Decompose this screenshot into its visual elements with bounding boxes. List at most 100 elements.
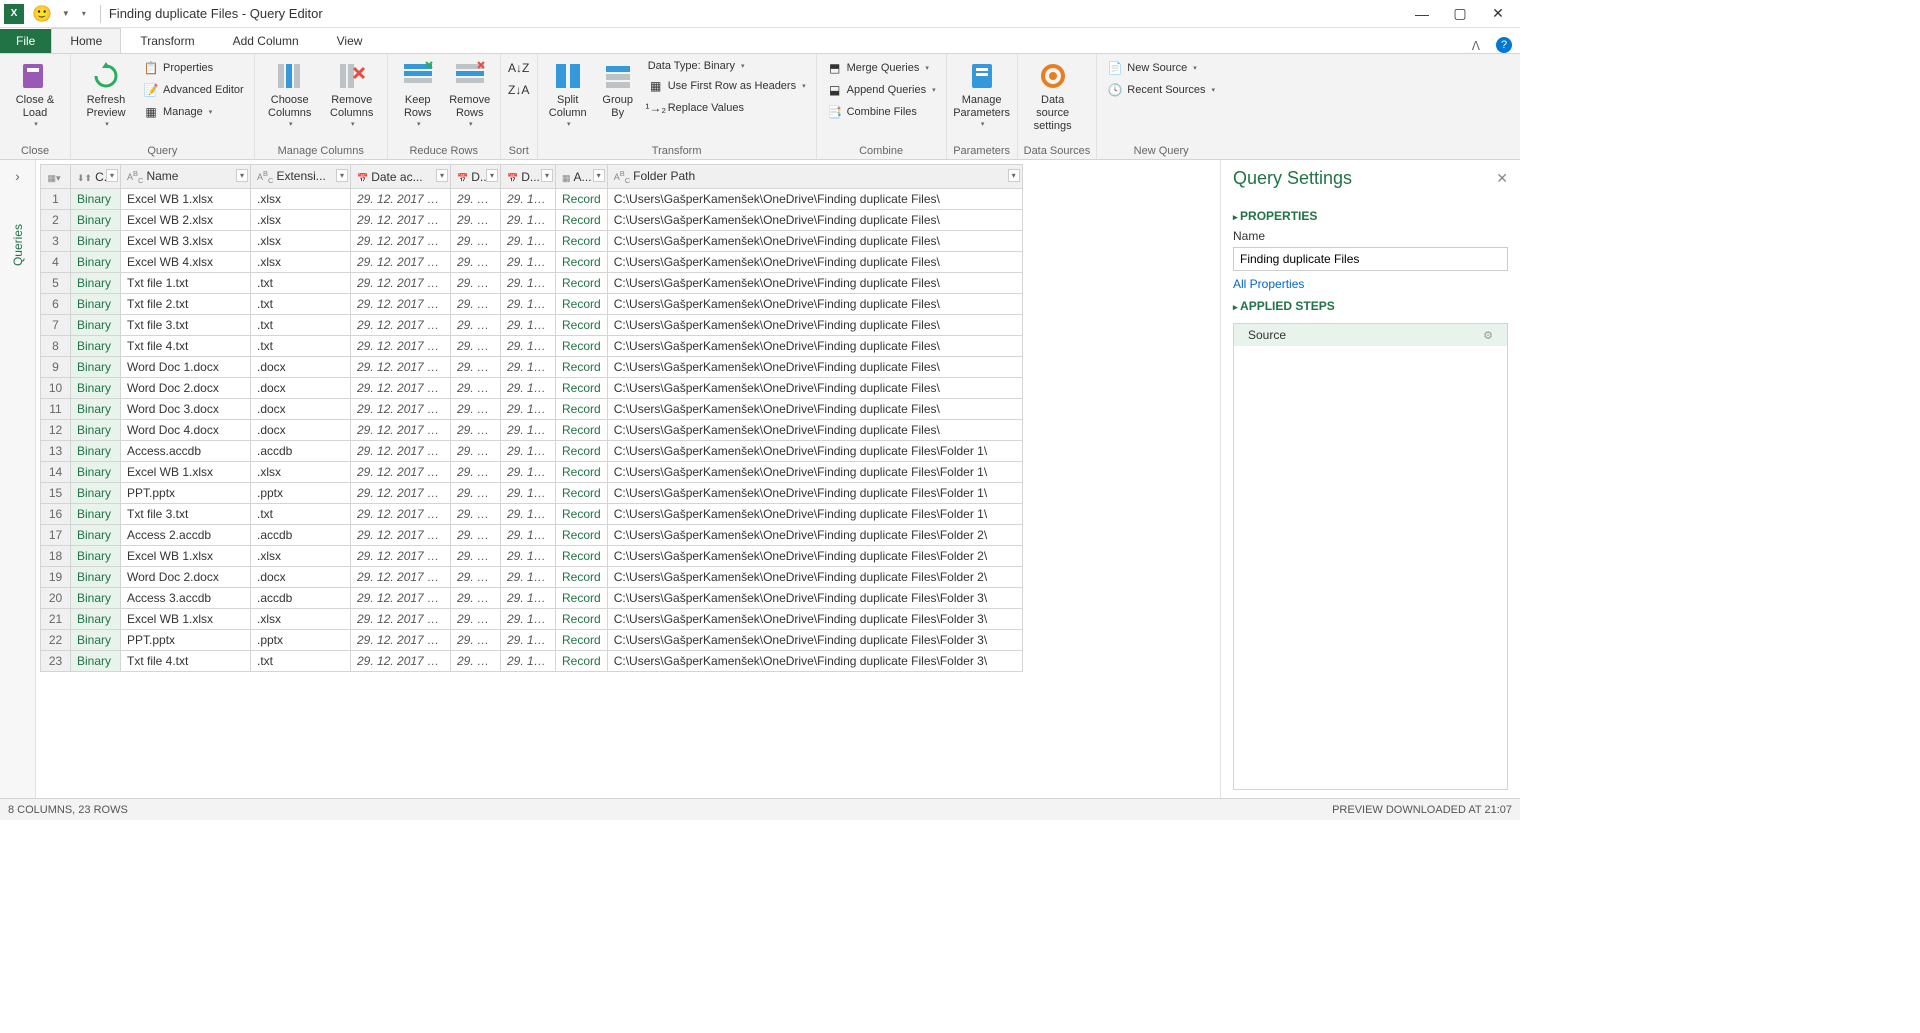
cell-name[interactable]: Txt file 3.txt	[121, 504, 251, 525]
remove-columns-button[interactable]: Remove Columns▾	[323, 58, 381, 130]
cell-folder[interactable]: C:\Users\GašperKamenšek\OneDrive\Finding…	[607, 294, 1022, 315]
cell-content[interactable]: Binary	[71, 315, 121, 336]
row-number[interactable]: 23	[41, 651, 71, 672]
cell-name[interactable]: Txt file 2.txt	[121, 294, 251, 315]
table-row[interactable]: 3 Binary Excel WB 3.xlsx .xlsx 29. 12. 2…	[41, 231, 1023, 252]
cell-name[interactable]: Excel WB 1.xlsx	[121, 189, 251, 210]
table-row[interactable]: 18 Binary Excel WB 1.xlsx .xlsx 29. 12. …	[41, 546, 1023, 567]
cell-content[interactable]: Binary	[71, 567, 121, 588]
cell-name[interactable]: Txt file 4.txt	[121, 336, 251, 357]
cell-attr[interactable]: Record	[556, 630, 608, 651]
cell-date3[interactable]: 29. 12. ...	[501, 231, 556, 252]
cell-ext[interactable]: .pptx	[251, 483, 351, 504]
merge-queries-button[interactable]: ⬒Merge Queries▾	[823, 58, 940, 78]
cell-ext[interactable]: .docx	[251, 357, 351, 378]
cell-folder[interactable]: C:\Users\GašperKamenšek\OneDrive\Finding…	[607, 609, 1022, 630]
cell-date3[interactable]: 29. 12. ...	[501, 609, 556, 630]
row-number[interactable]: 2	[41, 210, 71, 231]
row-number[interactable]: 20	[41, 588, 71, 609]
cell-name[interactable]: Txt file 3.txt	[121, 315, 251, 336]
cell-date3[interactable]: 29. 12. ...	[501, 357, 556, 378]
cell-folder[interactable]: C:\Users\GašperKamenšek\OneDrive\Finding…	[607, 462, 1022, 483]
table-row[interactable]: 21 Binary Excel WB 1.xlsx .xlsx 29. 12. …	[41, 609, 1023, 630]
cell-date1[interactable]: 29. 12. 2017 20...	[351, 462, 451, 483]
cell-date2[interactable]: 29. 12....	[451, 462, 501, 483]
properties-button[interactable]: 📋Properties	[139, 58, 248, 78]
cell-folder[interactable]: C:\Users\GašperKamenšek\OneDrive\Finding…	[607, 525, 1022, 546]
cell-content[interactable]: Binary	[71, 546, 121, 567]
cell-date3[interactable]: 29. 12. ...	[501, 588, 556, 609]
cell-date3[interactable]: 29. 12. ...	[501, 210, 556, 231]
filter-icon[interactable]: ▾	[486, 169, 498, 182]
cell-folder[interactable]: C:\Users\GašperKamenšek\OneDrive\Finding…	[607, 483, 1022, 504]
cell-date3[interactable]: 29. 12. ...	[501, 651, 556, 672]
cell-date1[interactable]: 29. 12. 2017 20...	[351, 630, 451, 651]
cell-date1[interactable]: 29. 12. 2017 20...	[351, 231, 451, 252]
cell-date1[interactable]: 29. 12. 2017 20...	[351, 294, 451, 315]
cell-date3[interactable]: 29. 12. ...	[501, 483, 556, 504]
row-number[interactable]: 6	[41, 294, 71, 315]
cell-ext[interactable]: .xlsx	[251, 189, 351, 210]
cell-attr[interactable]: Record	[556, 651, 608, 672]
cell-content[interactable]: Binary	[71, 294, 121, 315]
applied-steps-header[interactable]: APPLIED STEPS	[1233, 299, 1508, 313]
cell-attr[interactable]: Record	[556, 483, 608, 504]
collapse-ribbon-icon[interactable]: ᐱ	[1464, 39, 1488, 53]
cell-date3[interactable]: 29. 12. ...	[501, 378, 556, 399]
table-row[interactable]: 13 Binary Access.accdb .accdb 29. 12. 20…	[41, 441, 1023, 462]
cell-ext[interactable]: .txt	[251, 336, 351, 357]
cell-date1[interactable]: 29. 12. 2017 20...	[351, 315, 451, 336]
cell-folder[interactable]: C:\Users\GašperKamenšek\OneDrive\Finding…	[607, 399, 1022, 420]
tab-home[interactable]: Home	[51, 28, 121, 53]
cell-date1[interactable]: 29. 12. 2017 20...	[351, 441, 451, 462]
cell-ext[interactable]: .docx	[251, 567, 351, 588]
cell-date1[interactable]: 29. 12. 2017 20...	[351, 609, 451, 630]
refresh-preview-button[interactable]: Refresh Preview▾	[77, 58, 135, 130]
cell-attr[interactable]: Record	[556, 525, 608, 546]
col-header-5[interactable]: 📅D...▾	[451, 165, 501, 189]
new-source-button[interactable]: 📄New Source▾	[1103, 58, 1219, 78]
cell-content[interactable]: Binary	[71, 441, 121, 462]
cell-content[interactable]: Binary	[71, 462, 121, 483]
table-row[interactable]: 23 Binary Txt file 4.txt .txt 29. 12. 20…	[41, 651, 1023, 672]
cell-date3[interactable]: 29. 12. ...	[501, 525, 556, 546]
cell-ext[interactable]: .docx	[251, 378, 351, 399]
cell-date1[interactable]: 29. 12. 2017 20...	[351, 273, 451, 294]
cell-date2[interactable]: 29. 12....	[451, 567, 501, 588]
manage-parameters-button[interactable]: Manage Parameters▾	[953, 58, 1011, 130]
close-and-load-button[interactable]: Close & Load▾	[6, 58, 64, 130]
cell-date3[interactable]: 29. 12. ...	[501, 441, 556, 462]
smiley-icon[interactable]: 🙂	[32, 4, 52, 24]
append-queries-button[interactable]: ⬓Append Queries▾	[823, 80, 940, 100]
cell-folder[interactable]: C:\Users\GašperKamenšek\OneDrive\Finding…	[607, 651, 1022, 672]
first-row-headers-button[interactable]: ▦Use First Row as Headers▾	[644, 76, 810, 96]
cell-folder[interactable]: C:\Users\GašperKamenšek\OneDrive\Finding…	[607, 567, 1022, 588]
row-number[interactable]: 19	[41, 567, 71, 588]
cell-folder[interactable]: C:\Users\GašperKamenšek\OneDrive\Finding…	[607, 210, 1022, 231]
advanced-editor-button[interactable]: 📝Advanced Editor	[139, 80, 248, 100]
col-header-2[interactable]: ABCName▾	[121, 165, 251, 189]
cell-ext[interactable]: .pptx	[251, 630, 351, 651]
cell-date3[interactable]: 29. 12. ...	[501, 399, 556, 420]
expand-nav-icon[interactable]: ›	[15, 168, 20, 184]
cell-attr[interactable]: Record	[556, 231, 608, 252]
cell-name[interactable]: Word Doc 4.docx	[121, 420, 251, 441]
row-number[interactable]: 1	[41, 189, 71, 210]
cell-content[interactable]: Binary	[71, 252, 121, 273]
cell-ext[interactable]: .txt	[251, 273, 351, 294]
properties-header[interactable]: PROPERTIES	[1233, 209, 1508, 223]
filter-icon[interactable]: ▾	[236, 169, 248, 182]
sort-desc-button[interactable]: Z↓A	[507, 80, 531, 100]
cell-date2[interactable]: 29. 12....	[451, 441, 501, 462]
cell-content[interactable]: Binary	[71, 630, 121, 651]
cell-date3[interactable]: 29. 12. ...	[501, 546, 556, 567]
table-row[interactable]: 14 Binary Excel WB 1.xlsx .xlsx 29. 12. …	[41, 462, 1023, 483]
cell-ext[interactable]: .xlsx	[251, 252, 351, 273]
cell-attr[interactable]: Record	[556, 294, 608, 315]
row-number[interactable]: 15	[41, 483, 71, 504]
cell-attr[interactable]: Record	[556, 336, 608, 357]
row-number[interactable]: 8	[41, 336, 71, 357]
cell-date2[interactable]: 29. 12....	[451, 588, 501, 609]
cell-date1[interactable]: 29. 12. 2017 20...	[351, 483, 451, 504]
cell-attr[interactable]: Record	[556, 609, 608, 630]
